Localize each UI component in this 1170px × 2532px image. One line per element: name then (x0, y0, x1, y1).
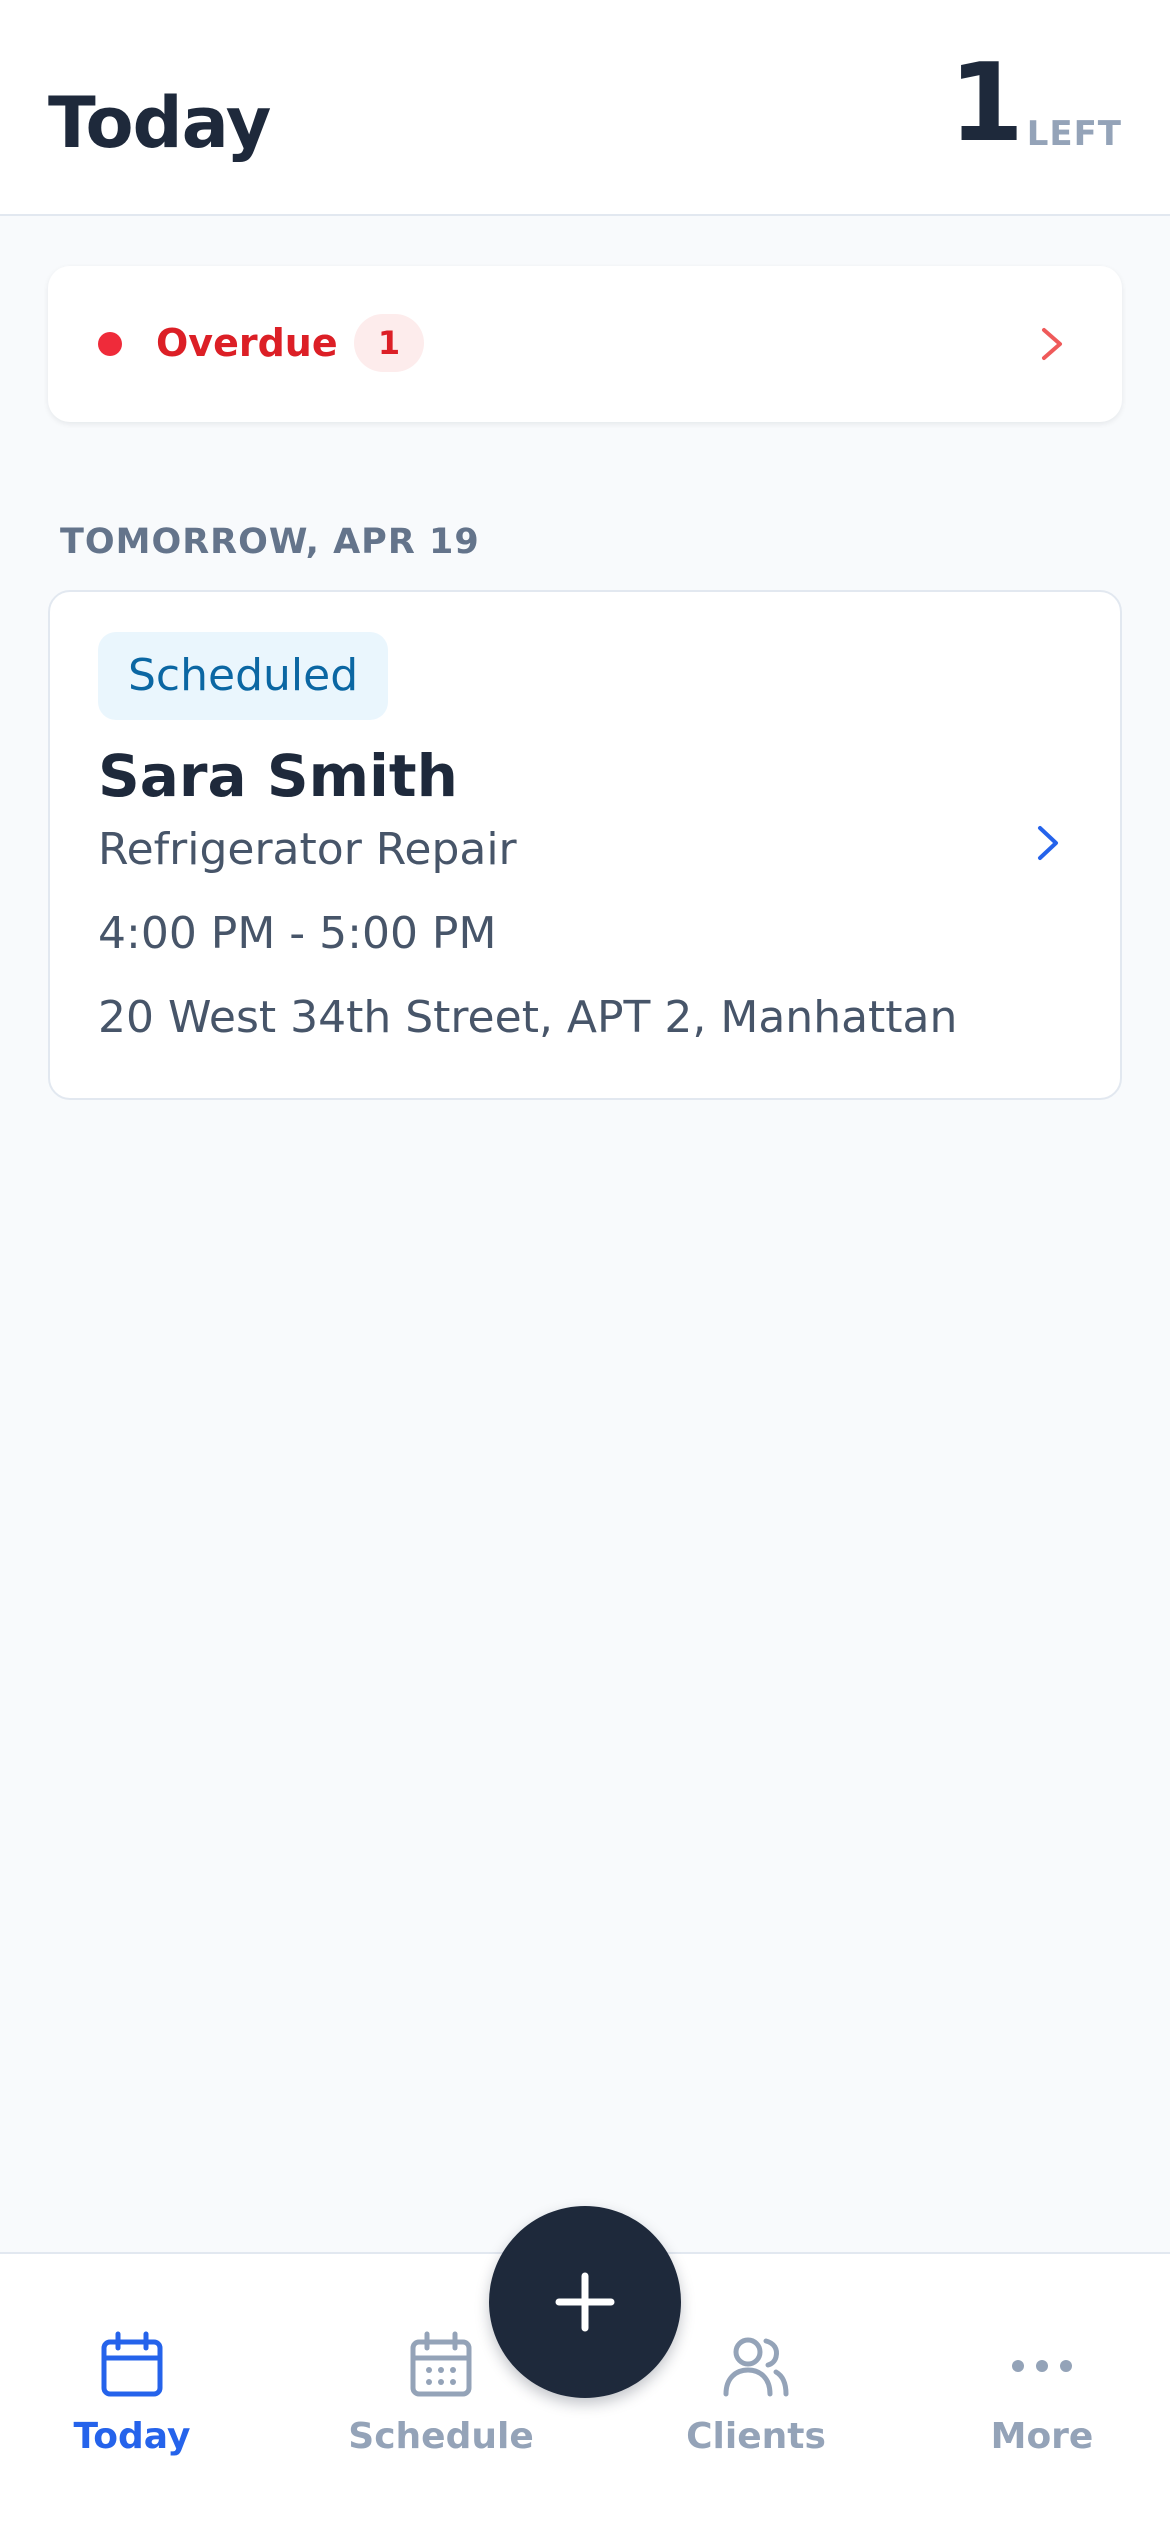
calendar-grid-icon (410, 2331, 472, 2397)
appointment-card[interactable]: Scheduled Sara Smith Refrigerator Repair… (48, 590, 1122, 1100)
nav-tab-clients[interactable]: Clients (656, 2330, 856, 2457)
service-type: Refrigerator Repair (98, 824, 517, 875)
overdue-card[interactable]: Overdue 1 (48, 266, 1122, 422)
remaining-label: LEFT (1026, 114, 1122, 154)
chevron-right-icon (1038, 826, 1058, 860)
nav-label-more: More (990, 2416, 1094, 2457)
overdue-status-dot (98, 332, 122, 356)
add-button[interactable] (489, 2206, 681, 2398)
plus-icon (555, 2272, 615, 2332)
nav-label-schedule: Schedule (348, 2416, 534, 2457)
appointment-time: 4:00 PM - 5:00 PM (98, 908, 497, 959)
calendar-icon (101, 2331, 163, 2397)
users-icon (723, 2337, 789, 2397)
page-title: Today (48, 82, 271, 164)
date-section-label: TOMORROW, APR 19 (60, 522, 480, 562)
overdue-count-badge: 1 (354, 314, 424, 372)
nav-label-today: Today (73, 2416, 191, 2457)
app-screen: Today 1 LEFT Overdue 1 TOMORROW, APR 19 … (0, 0, 1170, 2532)
page-header: Today 1 LEFT (0, 0, 1170, 216)
appointment-address: 20 West 34th Street, APT 2, Manhattan (98, 992, 958, 1043)
nav-label-clients: Clients (686, 2416, 826, 2457)
status-badge: Scheduled (98, 632, 389, 720)
more-dots-icon (1012, 2360, 1072, 2372)
client-name: Sara Smith (98, 742, 458, 810)
remaining-count: 1 (948, 41, 1024, 166)
chevron-right-icon (1042, 328, 1062, 360)
nav-tab-today[interactable]: Today (32, 2330, 232, 2457)
overdue-label: Overdue (156, 321, 338, 365)
nav-tab-more[interactable]: More (942, 2330, 1142, 2457)
